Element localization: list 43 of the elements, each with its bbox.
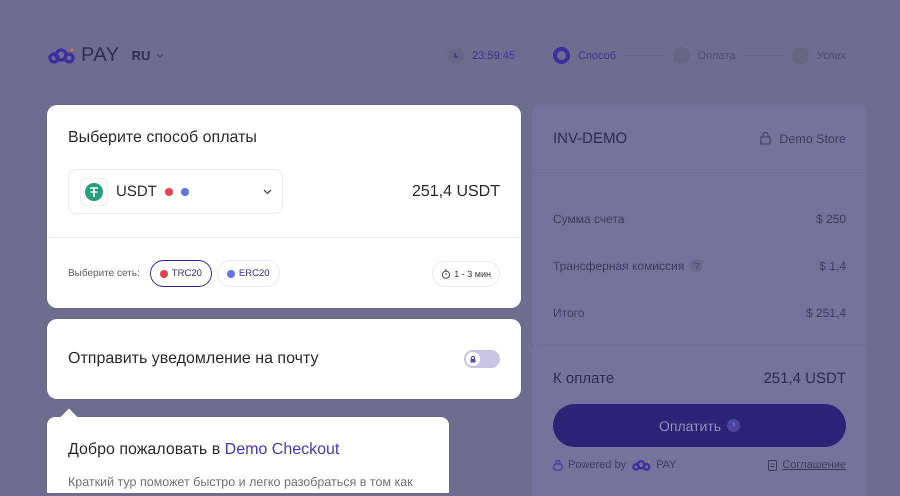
tour-text: Краткий тур поможет быстро и легко разобраться в том как — [68, 475, 414, 489]
tour-title: Добро пожаловать в Demo Checkout — [68, 441, 340, 459]
agreement-link[interactable]: Соглашение — [782, 459, 846, 471]
step-label[interactable]: Способ — [578, 50, 616, 62]
row-label: Итого — [553, 306, 584, 320]
invoice-id: INV-DEMO — [553, 130, 628, 147]
amount-text: 251,4 USDT — [412, 182, 500, 200]
total-label: К оплате — [553, 370, 614, 387]
caret-icon — [156, 53, 164, 58]
row-value: $ 251,4 — [806, 306, 846, 320]
card-title: Выберите способ оплаты — [68, 129, 258, 147]
countdown-timer: 23:59:45 — [472, 50, 515, 62]
language-selector[interactable]: RU — [132, 48, 150, 63]
coin-icon — [85, 182, 103, 200]
store-name: Demo Store — [779, 132, 846, 146]
row-label: Сумма счета — [553, 212, 624, 226]
notification-label: Отправить уведомление на почту — [68, 350, 318, 368]
pay-button[interactable]: Оплатить › — [553, 404, 846, 447]
row-value: $ 250 — [816, 212, 846, 226]
bag-icon — [760, 132, 772, 145]
powered-by-text: Powered by — [568, 459, 626, 471]
currency-select[interactable]: USDT — [68, 169, 283, 214]
lock-icon — [553, 459, 563, 471]
document-icon — [768, 460, 778, 470]
logo-text: PAY — [81, 44, 120, 67]
network-chip[interactable]: TRC20 — [150, 260, 212, 287]
stopwatch-icon — [441, 268, 452, 278]
total-value: 251,4 USDT — [763, 370, 846, 387]
network-chip[interactable]: ERC20 — [216, 260, 280, 287]
cloud-logo-icon — [631, 460, 652, 470]
network-dot-icon — [164, 188, 173, 196]
help-icon[interactable]: ? — [690, 259, 704, 272]
eta-badge: 1 - 3 мин — [432, 260, 500, 286]
network-dot-icon — [180, 188, 189, 196]
row-label: Трансферная комиссия — [553, 258, 684, 272]
logo-text: PAY — [656, 459, 676, 471]
clock-icon — [452, 52, 460, 60]
chevron-icon — [263, 188, 272, 194]
row-value: $ 1,4 — [819, 258, 846, 272]
cloud-logo-icon — [47, 48, 75, 64]
lock-icon — [470, 356, 476, 362]
network-label: Выберите сеть: — [68, 268, 140, 279]
notification-toggle[interactable] — [464, 350, 500, 368]
